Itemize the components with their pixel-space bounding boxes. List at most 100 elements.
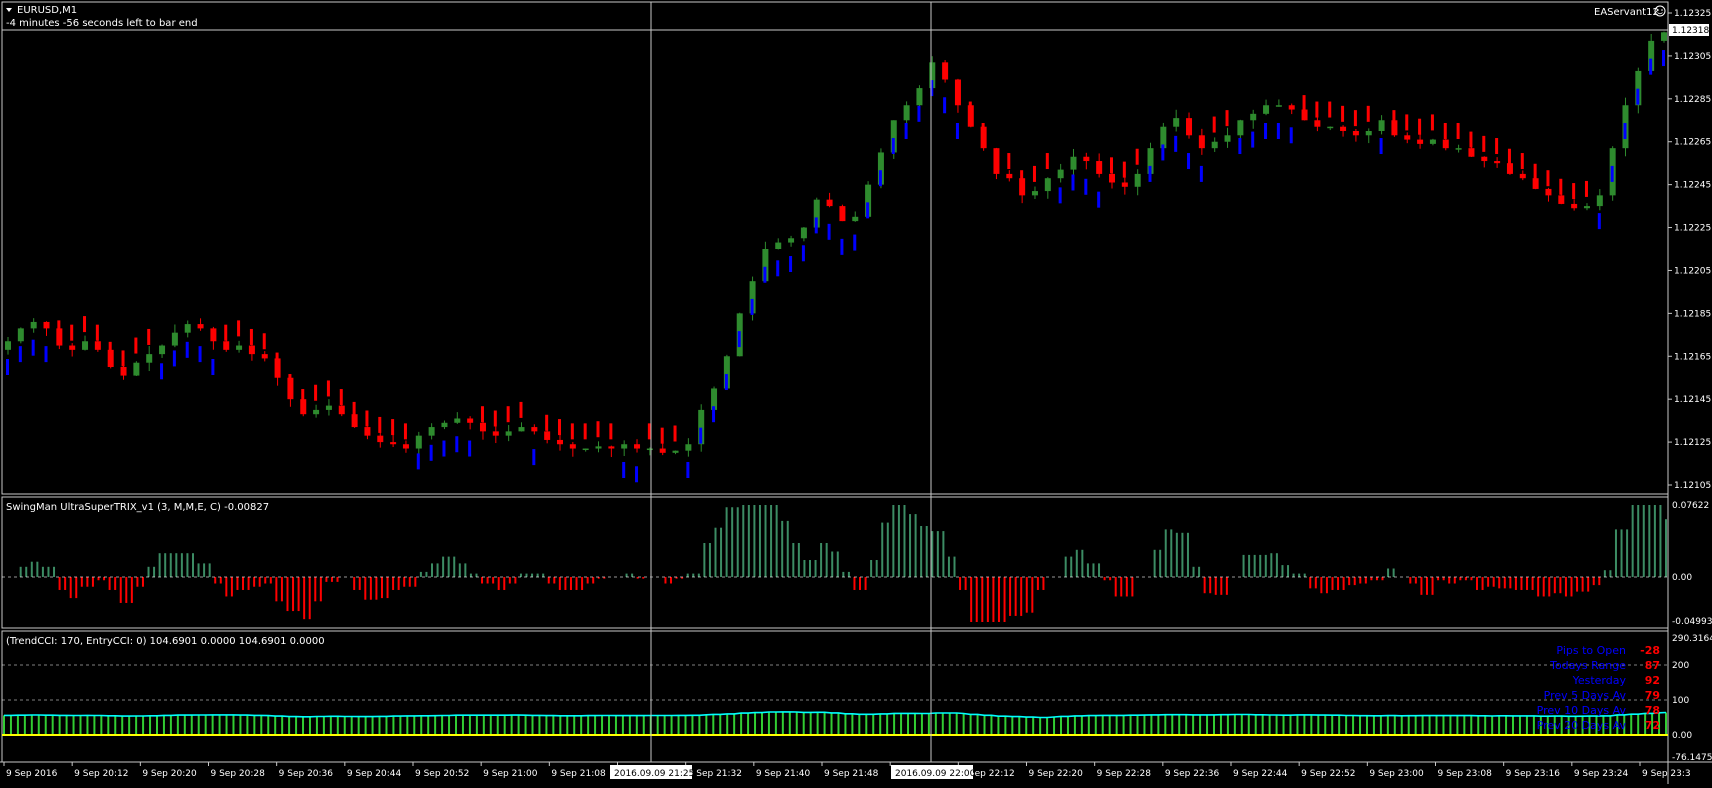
trend-ribbon-bar (1264, 123, 1268, 139)
candle-body (428, 427, 435, 436)
trend-ribbon-bar (391, 419, 395, 436)
trend-ribbon-bar (1443, 123, 1447, 139)
candle-body (557, 439, 563, 445)
trend-ribbon-bar (326, 380, 330, 397)
candle-body (634, 444, 641, 449)
chart-menu-triangle-icon[interactable] (6, 8, 12, 12)
candle-body (1583, 206, 1590, 209)
time-tick-label: 9 Sep 20:28 (211, 769, 266, 779)
candle-body (1288, 105, 1295, 110)
trix-scale: 0.07622 0.00 -0.04993 (1672, 501, 1712, 627)
trend-ribbon-bar (712, 406, 716, 423)
candle-body (1481, 156, 1488, 162)
price-tick-label: 1.12165 (1674, 352, 1711, 362)
crosshair-time-label-2: 2016.09.09 22:00 (895, 769, 976, 779)
trend-ribbon-bar (95, 324, 99, 341)
trend-ribbon-bar (558, 419, 561, 436)
stat-value: 87 (1645, 659, 1660, 672)
trend-ribbon-bar (686, 461, 690, 478)
candle-body (159, 345, 166, 355)
trend-ribbon-bar (108, 341, 112, 358)
daily-range-stats: Pips to Open -28 Todays Range 87 Yesterday 92… (1537, 644, 1660, 732)
candle-body (364, 427, 371, 436)
chart-canvas[interactable]: EURUSD,M1 -4 minutes -56 seconds left to… (0, 0, 1712, 784)
trend-ribbon-bar (878, 170, 882, 187)
candle-body (1250, 113, 1257, 121)
candle-body (1134, 173, 1141, 187)
trend-ribbon-bar (1045, 153, 1049, 170)
candle-body (1121, 182, 1128, 187)
candle-body (5, 341, 11, 350)
trend-ribbon-bar (866, 202, 870, 219)
candle-body (775, 242, 782, 249)
candle-body (621, 444, 628, 449)
candle-body (505, 431, 512, 436)
time-tick-label: 9 Sep 22:52 (1301, 769, 1355, 779)
candle-body (1096, 161, 1103, 174)
stat-value: 79 (1645, 689, 1660, 702)
price-tick-label: 1.12225 (1674, 224, 1711, 234)
trend-ribbon-bar (1161, 144, 1165, 161)
trend-ribbon-bar (70, 324, 74, 341)
crosshair-time-2: 2016.09.09 22:00 (891, 765, 976, 779)
trend-ribbon-bar (1135, 148, 1139, 165)
candle-body (1532, 178, 1539, 189)
expert-advisor-name[interactable]: EAServant12 (1594, 7, 1659, 18)
candle-body (1057, 169, 1064, 179)
time-tick-label: 9 Sep 20:20 (142, 769, 197, 779)
trend-ribbon-bar (917, 105, 921, 122)
candle-body (377, 435, 384, 443)
candle-body (120, 367, 127, 376)
trend-ribbon-bar (493, 410, 497, 427)
trend-ribbon-bar (943, 97, 947, 114)
time-tick-label: 9 Sep 22:36 (1165, 769, 1220, 779)
candle-body (313, 409, 320, 415)
stat-value: -28 (1640, 644, 1660, 657)
trend-ribbon-bar (18, 346, 22, 363)
trend-ribbon-bar (622, 461, 626, 478)
trend-ribbon-bar (1636, 88, 1640, 105)
price-tick-label: 1.12305 (1674, 52, 1711, 62)
trend-ribbon-bar (468, 440, 472, 457)
candle-body (1545, 188, 1552, 196)
trend-ribbon-bar (1341, 105, 1345, 122)
trend-ribbon-bar (1353, 110, 1357, 127)
trend-ribbon-bar (1174, 135, 1178, 152)
trend-ribbon-bar (1482, 135, 1486, 152)
candle-body (544, 431, 551, 440)
price-tick-label: 1.12145 (1674, 395, 1711, 405)
trend-ribbon-bar (801, 245, 805, 262)
trend-ribbon-bar (660, 427, 664, 444)
trend-ribbon-bar (237, 320, 241, 337)
candle-body (133, 362, 140, 376)
candle-body (1378, 120, 1385, 131)
trend-ribbon-bar (814, 217, 818, 234)
trend-ribbon-bar (1507, 148, 1511, 165)
candle-body (1429, 139, 1436, 144)
candle-body (1558, 195, 1565, 204)
candle-body (441, 422, 448, 428)
trend-ribbon-bar (1392, 110, 1396, 127)
trend-ribbon-bar (891, 138, 895, 155)
trend-ribbon-bar (429, 444, 433, 461)
price-tick-label: 1.12325 (1674, 9, 1711, 19)
trend-ribbon-bar (1315, 101, 1319, 118)
trend-ribbon-bar (211, 359, 215, 375)
price-scale[interactable]: 1.12325 1.12305 1.12285 1.12265 1.12245 1.122… (1668, 9, 1711, 491)
trend-ribbon-bar (1071, 174, 1075, 191)
stat-label: Prev 5 Days Av (1544, 689, 1627, 702)
trend-ribbon-bar (1225, 110, 1229, 127)
candle-body (916, 88, 923, 106)
trend-ribbon-bar (6, 359, 9, 375)
trend-ribbon-bar (44, 346, 48, 363)
candle-body (1173, 118, 1180, 127)
candle-body (94, 341, 101, 350)
time-axis[interactable]: 9 Sep 2016 9 Sep 20:12 9 Sep 20:20 9 Sep 20… (3, 762, 1691, 779)
trend-ribbon-bar (840, 238, 844, 255)
candle-body (261, 354, 268, 359)
mt4-chart-window[interactable]: EURUSD,M1 -4 minutes -56 seconds left to… (0, 0, 1712, 784)
candle-body (1365, 131, 1372, 136)
candle-body (1442, 139, 1449, 149)
candle-body (210, 328, 217, 342)
trend-ribbon-bar (1058, 187, 1062, 204)
